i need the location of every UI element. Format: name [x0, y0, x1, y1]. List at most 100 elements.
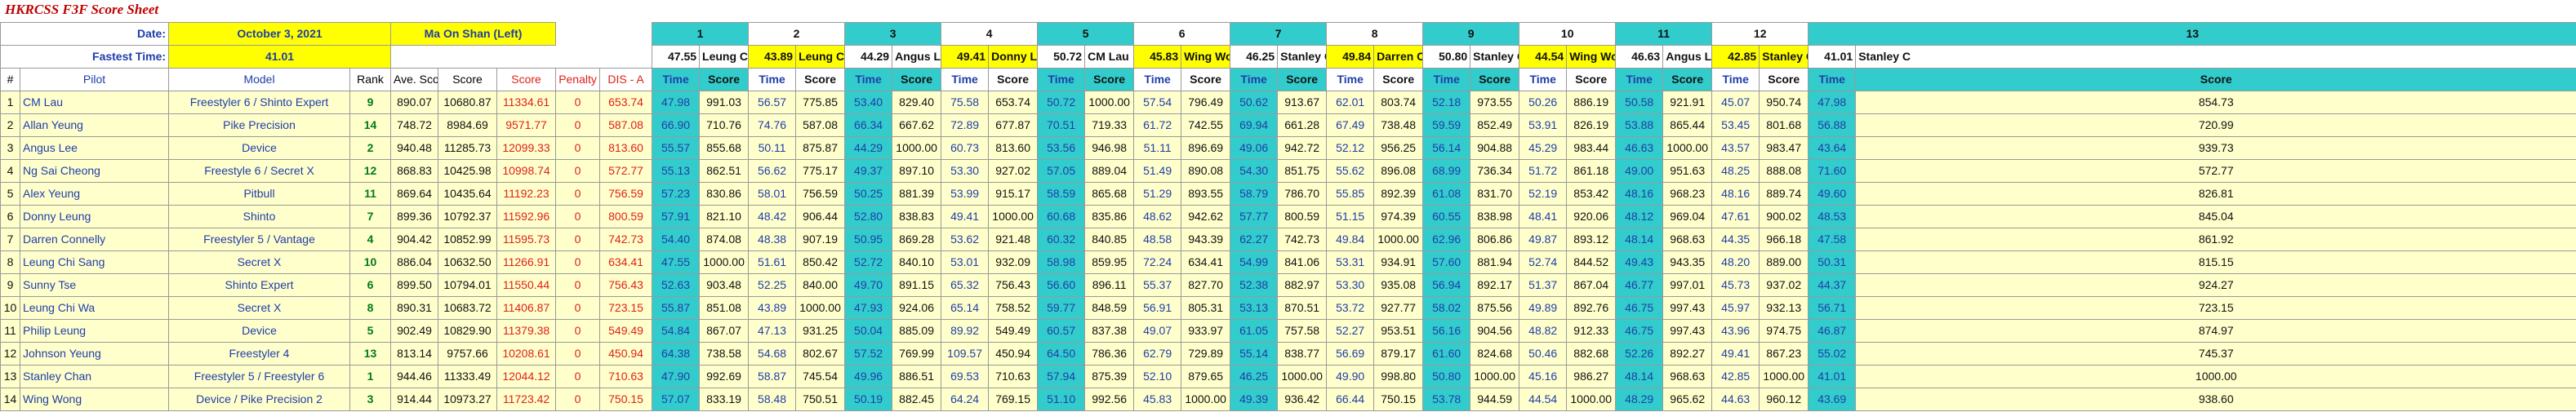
round-score: 889.00	[1759, 250, 1809, 274]
round-time: 69.94	[1230, 113, 1279, 137]
round-time: 56.16	[1422, 319, 1471, 343]
pilot-name: Johnson Yeung	[19, 342, 170, 365]
round-score: 900.02	[1759, 205, 1809, 228]
round-time: 56.60	[1037, 273, 1086, 297]
round-time: 58.79	[1230, 182, 1279, 206]
pilot-score: 10852.99	[438, 228, 498, 251]
round-time: 43.96	[1711, 319, 1760, 343]
round-score: 882.68	[1566, 342, 1617, 365]
pilot-name: Leung Chi Wa	[19, 296, 170, 320]
round-score: 920.06	[1566, 205, 1617, 228]
round-fastest-pilot: Leung Ch	[699, 45, 750, 69]
round-time: 49.39	[1230, 388, 1279, 411]
round-score: 450.94	[988, 342, 1039, 365]
round-score: 889.74	[1759, 182, 1809, 206]
round-score: 892.76	[1566, 296, 1617, 320]
round-time: 62.27	[1230, 228, 1279, 251]
round-fastest-time: 44.54	[1519, 45, 1568, 69]
round-fastest-time: 46.63	[1615, 45, 1664, 69]
round-score: 667.62	[892, 113, 942, 137]
round-score: 881.39	[892, 182, 942, 206]
round-score: 874.08	[699, 228, 750, 251]
round-score: 882.45	[892, 388, 942, 411]
round-score: 867.23	[1759, 342, 1809, 365]
round-time: 60.73	[941, 136, 990, 160]
table-row: 4 Ng Sai Cheong Freestyle 6 / Secret X 12 86…	[0, 159, 2576, 183]
round-time: 47.93	[844, 296, 893, 320]
round-score: 852.49	[1470, 113, 1520, 137]
round-time: 48.82	[1519, 319, 1568, 343]
round-time: 43.89	[748, 296, 797, 320]
pilot-score-total: 10998.74	[496, 159, 557, 183]
round-time: 56.62	[748, 159, 797, 183]
round-time: 48.53	[1808, 205, 1857, 228]
round-number: 1	[652, 22, 750, 46]
round-time: 59.59	[1422, 113, 1471, 137]
round-time: 55.57	[652, 136, 701, 160]
round-time: 71.60	[1808, 159, 1857, 183]
pilot-dis: 653.74	[599, 91, 653, 114]
round-number: 10	[1519, 22, 1617, 46]
round-time: 49.90	[1326, 365, 1375, 388]
pilot-score-total: 12099.33	[496, 136, 557, 160]
pilot-score-total: 11550.44	[496, 273, 557, 297]
pilot-rank: 10	[349, 250, 392, 274]
round-score: 869.28	[892, 228, 942, 251]
pilot-name: Angus Lee	[19, 136, 170, 160]
round-time: 45.07	[1711, 91, 1760, 114]
round-score: 974.39	[1373, 205, 1424, 228]
round-time: 48.42	[748, 205, 797, 228]
round-score: 833.19	[699, 388, 750, 411]
pilot-dis: 756.43	[599, 273, 653, 297]
round-score: 867.04	[1566, 273, 1617, 297]
round-time: 54.30	[1230, 159, 1279, 183]
round-time: 55.62	[1326, 159, 1375, 183]
pilot-score: 10829.90	[438, 319, 498, 343]
pilot-dis: 756.59	[599, 182, 653, 206]
round-score: 821.10	[699, 205, 750, 228]
round-score: 936.42	[1277, 388, 1328, 411]
round-score: 756.59	[795, 182, 846, 206]
header-round-score: Score	[1084, 68, 1135, 91]
pilot-score: 10973.27	[438, 388, 498, 411]
round-score: 912.33	[1566, 319, 1617, 343]
round-score: 931.25	[795, 319, 846, 343]
round-fastest-pilot: Angus Le	[892, 45, 942, 69]
header-time: Time	[1808, 68, 1857, 91]
blank	[556, 23, 652, 46]
round-score: 677.87	[988, 113, 1039, 137]
pilot-ave-score: 904.42	[390, 228, 439, 251]
round-number: 8	[1326, 22, 1424, 46]
pilot-penalty: 0	[555, 205, 601, 228]
pilot-score-total: 11406.87	[496, 296, 557, 320]
round-time: 49.89	[1519, 296, 1568, 320]
round-score: 729.89	[1181, 342, 1231, 365]
round-time: 50.04	[844, 319, 893, 343]
round-time: 50.80	[1422, 365, 1471, 388]
header-ave-score: Ave. Score	[390, 68, 439, 91]
header-time: Time	[1711, 68, 1760, 91]
pilot-model: Secret X	[168, 296, 351, 320]
round-time: 50.11	[748, 136, 797, 160]
round-score: 840.00	[795, 273, 846, 297]
pilot-penalty: 0	[555, 91, 601, 114]
round-time: 67.49	[1326, 113, 1375, 137]
round-score: 738.48	[1373, 113, 1424, 137]
pilot-model: Device	[168, 319, 351, 343]
round-score: 997.01	[1662, 273, 1713, 297]
round-score: 850.42	[795, 250, 846, 274]
location: Ma On Shan (Left)	[390, 22, 557, 46]
pilot-ave-score: 890.31	[390, 296, 439, 320]
round-time: 53.88	[1615, 113, 1664, 137]
round-score: 879.17	[1373, 342, 1424, 365]
round-score: 882.97	[1277, 273, 1328, 297]
round-score: 824.68	[1470, 342, 1520, 365]
round-time: 60.57	[1037, 319, 1086, 343]
header-round-score: Score	[699, 68, 750, 91]
round-time: 53.31	[1326, 250, 1375, 274]
round-time: 52.12	[1326, 136, 1375, 160]
round-time: 66.90	[652, 113, 701, 137]
round-score: 742.73	[1277, 228, 1328, 251]
round-score: 854.73	[1855, 91, 2576, 114]
round-score: 835.86	[1084, 205, 1135, 228]
